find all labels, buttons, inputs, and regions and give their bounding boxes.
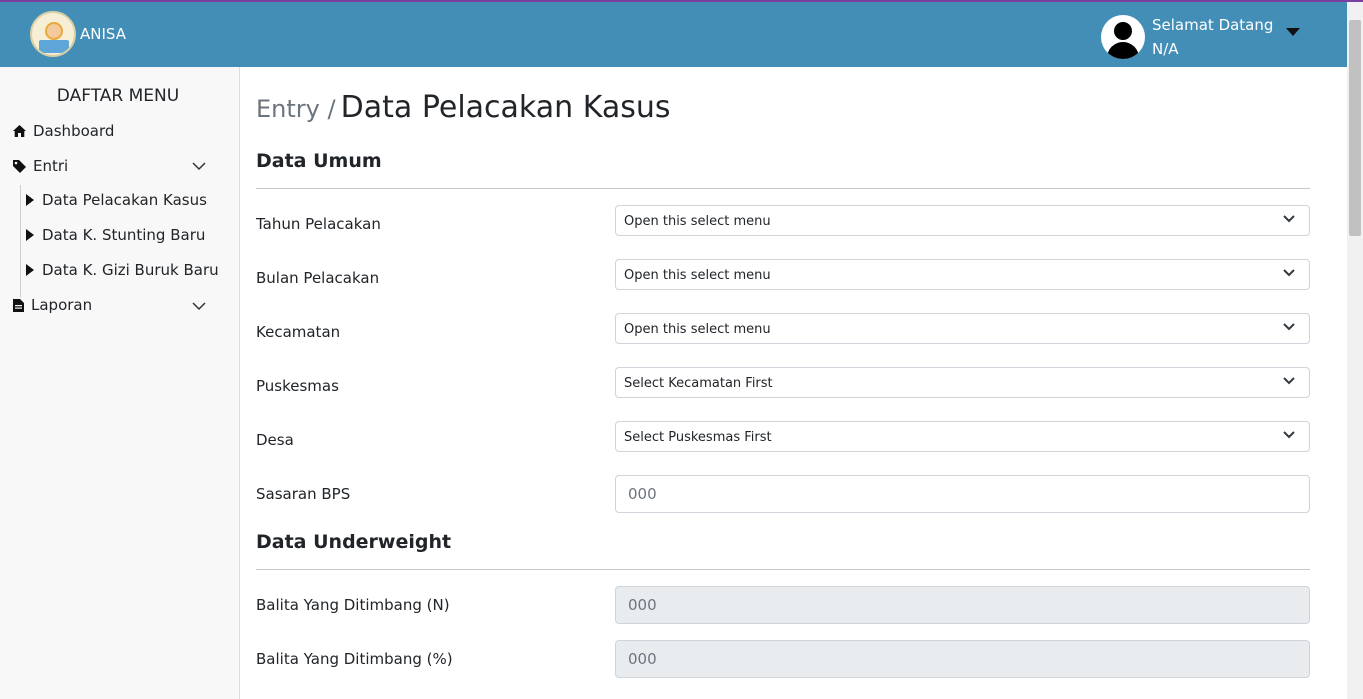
submenu-divider bbox=[20, 185, 21, 297]
user-name: N/A bbox=[1152, 40, 1179, 58]
sidebar: DAFTAR MENU Dashboard Entri Data Pelacak… bbox=[0, 67, 240, 699]
document-icon bbox=[13, 298, 24, 312]
ditimbang-n-label: Balita Yang Ditimbang (N) bbox=[256, 596, 450, 614]
sidebar-subitem-label: Data K. Gizi Buruk Baru bbox=[42, 261, 219, 279]
anisa-logo-icon bbox=[30, 11, 76, 57]
sasaran-placeholder: 000 bbox=[628, 485, 657, 503]
sasaran-input[interactable]: 000 bbox=[615, 475, 1310, 513]
chevron-down-icon[interactable] bbox=[192, 162, 206, 171]
sidebar-item-entri[interactable]: Entri bbox=[12, 155, 212, 177]
chevron-down-icon bbox=[1283, 269, 1295, 277]
brand[interactable]: ANISA bbox=[30, 11, 126, 57]
greeting-text: Selamat Datang bbox=[1152, 16, 1274, 34]
puskesmas-select[interactable]: Select Kecamatan First bbox=[615, 367, 1310, 398]
kecamatan-select-value: Open this select menu bbox=[624, 322, 771, 337]
ditimbang-pct-placeholder: 000 bbox=[628, 650, 657, 668]
brand-name: ANISA bbox=[80, 25, 126, 43]
user-menu[interactable]: Selamat Datang N/A bbox=[1101, 13, 1273, 61]
desa-select[interactable]: Select Puskesmas First bbox=[615, 421, 1310, 452]
sidebar-subitem-pelacakan[interactable]: Data Pelacakan Kasus bbox=[26, 189, 207, 211]
caret-right-icon bbox=[26, 264, 34, 276]
puskesmas-select-value: Select Kecamatan First bbox=[624, 376, 773, 391]
chevron-down-icon bbox=[1283, 377, 1295, 385]
page-header: Entry / Data Pelacakan Kasus bbox=[256, 90, 671, 125]
sidebar-item-label: Entri bbox=[33, 157, 69, 175]
ditimbang-pct-label: Balita Yang Ditimbang (%) bbox=[256, 650, 453, 668]
tag-icon bbox=[13, 160, 26, 173]
ditimbang-n-placeholder: 000 bbox=[628, 596, 657, 614]
sidebar-item-dashboard[interactable]: Dashboard bbox=[12, 120, 114, 142]
chevron-down-icon bbox=[1283, 323, 1295, 331]
bulan-label: Bulan Pelacakan bbox=[256, 269, 380, 287]
caret-right-icon bbox=[26, 194, 34, 206]
sidebar-subitem-label: Data Pelacakan Kasus bbox=[42, 191, 207, 209]
sidebar-title: DAFTAR MENU bbox=[56, 86, 180, 106]
puskesmas-label: Puskesmas bbox=[256, 377, 339, 395]
sidebar-item-label: Laporan bbox=[31, 296, 93, 314]
bulan-select[interactable]: Open this select menu bbox=[615, 259, 1310, 290]
sidebar-subitem-gizi-buruk[interactable]: Data K. Gizi Buruk Baru bbox=[26, 259, 219, 281]
user-avatar-icon bbox=[1101, 15, 1145, 59]
kecamatan-select[interactable]: Open this select menu bbox=[615, 313, 1310, 344]
page-title: Data Pelacakan Kasus bbox=[340, 90, 671, 125]
bulan-select-value: Open this select menu bbox=[624, 268, 771, 283]
top-navbar: ANISA Selamat Datang N/A bbox=[0, 2, 1347, 67]
user-dropdown-caret-icon[interactable] bbox=[1286, 28, 1300, 36]
divider bbox=[256, 569, 1310, 570]
tahun-select[interactable]: Open this select menu bbox=[615, 205, 1310, 236]
breadcrumb[interactable]: Entry / bbox=[256, 95, 336, 123]
sidebar-item-label: Dashboard bbox=[33, 122, 115, 140]
home-icon bbox=[13, 125, 26, 137]
tahun-label: Tahun Pelacakan bbox=[256, 215, 381, 233]
page-scrollbar[interactable] bbox=[1347, 2, 1363, 699]
desa-select-value: Select Puskesmas First bbox=[624, 430, 772, 445]
ditimbang-n-input: 000 bbox=[615, 586, 1310, 624]
section-data-underweight: Data Underweight bbox=[256, 531, 452, 553]
chevron-down-icon bbox=[1283, 431, 1295, 439]
divider bbox=[256, 188, 1310, 189]
section-data-umum: Data Umum bbox=[256, 150, 382, 172]
chevron-down-icon[interactable] bbox=[192, 302, 206, 311]
sidebar-item-laporan[interactable]: Laporan bbox=[12, 294, 92, 316]
tahun-select-value: Open this select menu bbox=[624, 214, 771, 229]
sidebar-subitem-label: Data K. Stunting Baru bbox=[42, 226, 206, 244]
scrollbar-thumb[interactable] bbox=[1349, 20, 1361, 236]
sasaran-label: Sasaran BPS bbox=[256, 485, 351, 503]
caret-right-icon bbox=[26, 229, 34, 241]
chevron-down-icon bbox=[1283, 215, 1295, 223]
sidebar-subitem-stunting[interactable]: Data K. Stunting Baru bbox=[26, 224, 205, 246]
kecamatan-label: Kecamatan bbox=[256, 323, 341, 341]
desa-label: Desa bbox=[256, 431, 294, 449]
ditimbang-pct-input: 000 bbox=[615, 640, 1310, 678]
